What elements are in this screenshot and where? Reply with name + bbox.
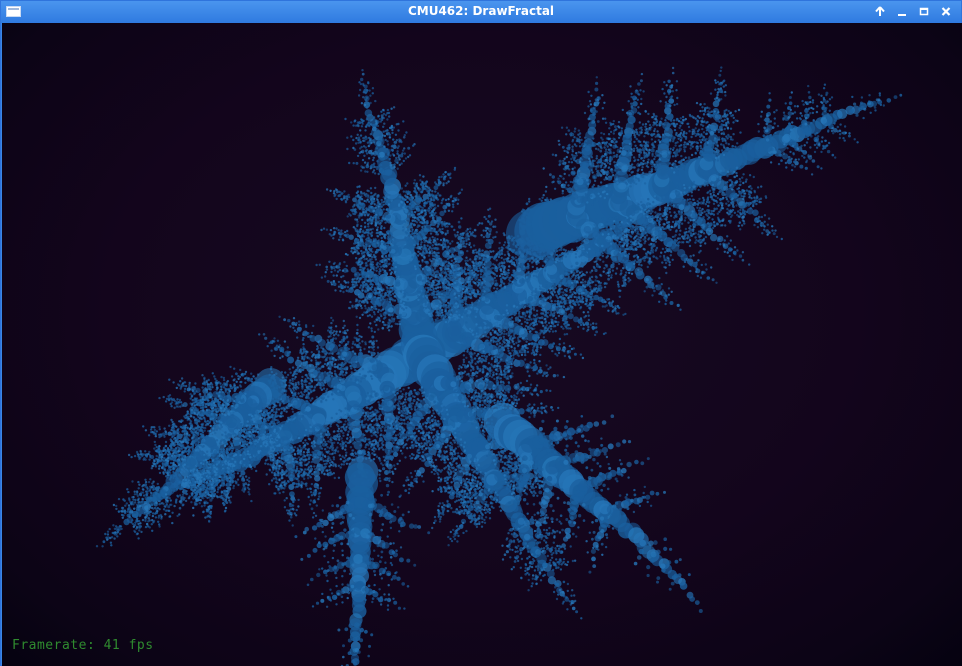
window-controls bbox=[873, 4, 953, 19]
title-bar[interactable]: CMU462: DrawFractal bbox=[1, 1, 961, 23]
render-canvas[interactable]: Framerate: 41 fps bbox=[2, 23, 962, 666]
window-title: CMU462: DrawFractal bbox=[407, 4, 555, 18]
minimize-icon[interactable] bbox=[895, 4, 909, 19]
arrow-up-icon[interactable] bbox=[873, 4, 887, 19]
maximize-icon[interactable] bbox=[917, 4, 931, 19]
fractal-drawing bbox=[95, 66, 903, 666]
close-icon[interactable] bbox=[939, 4, 953, 19]
framerate-readout: Framerate: 41 fps bbox=[12, 638, 154, 653]
app-window: CMU462: DrawFractal Framerate: 41 fps bbox=[0, 0, 962, 666]
